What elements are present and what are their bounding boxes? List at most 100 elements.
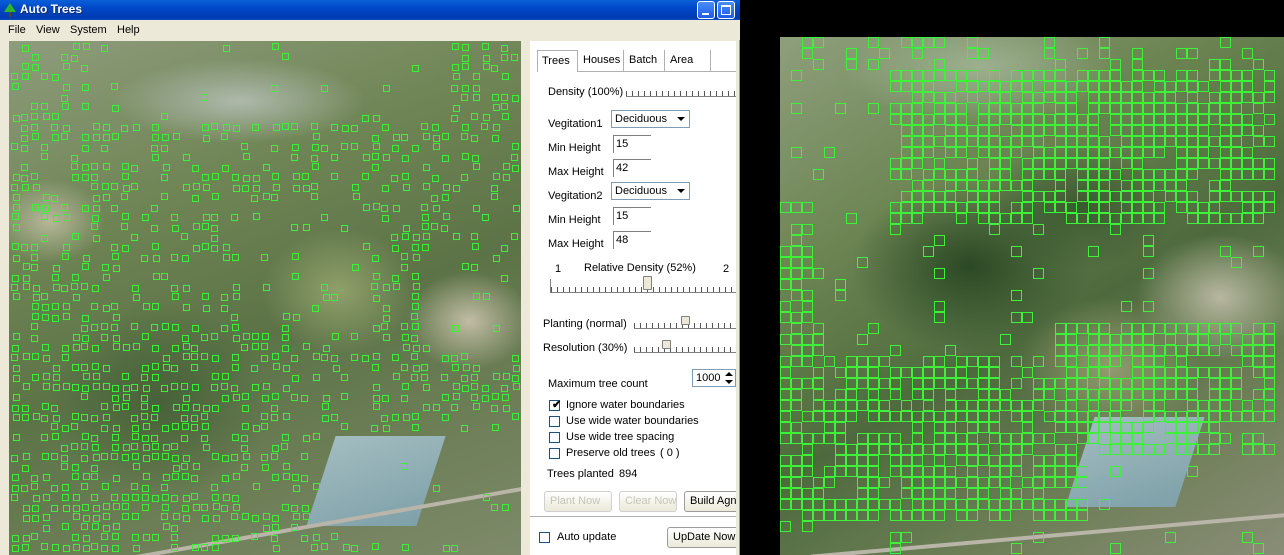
title-bar[interactable]: Auto Trees xyxy=(0,0,740,20)
tree-marker xyxy=(512,355,519,362)
map-view-grid[interactable] xyxy=(780,37,1284,555)
tree-marker xyxy=(462,124,469,131)
menu-system[interactable]: System xyxy=(70,24,107,36)
tree-grid-cell xyxy=(1209,70,1220,81)
tree-grid-cell xyxy=(989,356,1000,367)
tree-marker xyxy=(122,503,129,510)
auto-update-checkbox[interactable] xyxy=(539,532,550,543)
tree-grid-cell xyxy=(1121,422,1132,433)
menu-help[interactable]: Help xyxy=(117,24,140,36)
tree-marker xyxy=(442,194,449,201)
tree-marker xyxy=(72,473,79,480)
tree-grid-cell xyxy=(1044,114,1055,125)
tree-grid-cell xyxy=(802,488,813,499)
preserve-old-checkbox[interactable] xyxy=(549,448,560,459)
build-again-button[interactable]: Build Agn xyxy=(684,491,736,512)
tree-grid-cell xyxy=(1165,103,1176,114)
tree-marker xyxy=(183,515,190,522)
tree-marker xyxy=(483,293,490,300)
planting-thumb[interactable] xyxy=(681,316,690,325)
tree-marker xyxy=(181,383,188,390)
min-height2-field[interactable]: 15 xyxy=(613,207,651,225)
wide-spacing-checkbox[interactable] xyxy=(549,432,560,443)
tree-marker xyxy=(163,164,170,171)
relative-density-thumb[interactable] xyxy=(643,276,652,290)
tree-grid-cell xyxy=(1033,92,1044,103)
maximize-button[interactable] xyxy=(717,1,735,19)
tab-area[interactable]: Area xyxy=(666,50,711,72)
tree-marker xyxy=(51,423,58,430)
tree-grid-cell xyxy=(1231,103,1242,114)
ignore-water-checkbox[interactable]: ✔ xyxy=(549,400,561,411)
chevron-down-icon[interactable] xyxy=(674,184,688,198)
tree-marker xyxy=(93,383,100,390)
tree-marker xyxy=(471,135,478,142)
wide-water-checkbox[interactable] xyxy=(549,416,560,427)
tree-grid-cell xyxy=(967,499,978,510)
tree-grid-cell xyxy=(945,202,956,213)
tree-grid-cell xyxy=(1033,455,1044,466)
tree-marker xyxy=(273,363,280,370)
tree-grid-cell xyxy=(1044,81,1055,92)
tree-marker xyxy=(481,123,488,130)
tree-grid-cell xyxy=(868,433,879,444)
menu-file[interactable]: File xyxy=(8,24,26,36)
tree-marker xyxy=(31,323,38,330)
update-now-button[interactable]: UpDate Now xyxy=(667,527,736,548)
tree-marker xyxy=(281,443,288,450)
tree-grid-cell xyxy=(912,158,923,169)
tree-marker xyxy=(261,343,268,350)
tree-marker xyxy=(143,385,150,392)
spin-arrows[interactable] xyxy=(723,370,735,386)
vegetation2-select[interactable]: Deciduous xyxy=(611,182,690,200)
tab-trees[interactable]: Trees xyxy=(537,50,578,72)
arrow-down-icon[interactable] xyxy=(725,380,733,384)
tree-marker xyxy=(91,174,98,181)
menu-view[interactable]: View xyxy=(36,24,60,36)
planting-slider[interactable] xyxy=(634,316,736,329)
tab-houses[interactable]: Houses xyxy=(579,50,624,72)
max-height2-field[interactable]: 48 xyxy=(613,231,651,249)
tree-marker xyxy=(311,155,318,162)
tree-marker xyxy=(501,385,508,392)
max-tree-count-stepper[interactable]: 1000 xyxy=(692,369,736,387)
tree-grid-cell xyxy=(1088,202,1099,213)
plant-now-button[interactable]: Plant Now xyxy=(544,491,612,512)
density-slider[interactable] xyxy=(626,87,736,97)
tree-grid-cell xyxy=(1132,48,1143,59)
tab-batch[interactable]: Batch xyxy=(625,50,665,72)
tree-grid-cell xyxy=(1099,70,1110,81)
vegetation1-select[interactable]: Deciduous xyxy=(611,110,690,128)
resolution-slider[interactable] xyxy=(634,340,736,353)
tree-grid-cell xyxy=(1121,125,1132,136)
tree-grid-cell xyxy=(1121,345,1132,356)
tree-marker xyxy=(212,173,219,180)
tree-grid-cell xyxy=(1143,400,1154,411)
relative-density-slider[interactable] xyxy=(550,276,736,293)
tree-grid-cell xyxy=(1165,411,1176,422)
tree-grid-cell xyxy=(956,367,967,378)
arrow-up-icon[interactable] xyxy=(725,372,733,376)
tree-marker xyxy=(92,285,99,292)
tree-marker xyxy=(181,463,188,470)
tree-marker xyxy=(452,43,459,50)
tree-grid-cell xyxy=(1132,92,1143,103)
clear-now-button[interactable]: Clear Now xyxy=(619,491,677,512)
tree-grid-cell xyxy=(1220,81,1231,92)
tree-grid-cell xyxy=(780,246,791,257)
resolution-thumb[interactable] xyxy=(662,340,671,349)
tree-grid-cell xyxy=(1253,411,1264,422)
tree-marker xyxy=(53,284,60,291)
max-height1-field[interactable]: 42 xyxy=(613,159,651,177)
chevron-down-icon[interactable] xyxy=(674,112,688,126)
minimize-button[interactable] xyxy=(697,1,715,19)
tree-grid-cell xyxy=(1022,499,1033,510)
min-height1-field[interactable]: 15 xyxy=(613,135,651,153)
tree-marker xyxy=(252,343,259,350)
tree-grid-cell xyxy=(1066,92,1077,103)
tree-grid-cell xyxy=(923,114,934,125)
map-view-trees[interactable] xyxy=(9,41,521,555)
tree-grid-cell xyxy=(1187,158,1198,169)
tree-grid-cell xyxy=(802,246,813,257)
tree-marker xyxy=(103,134,110,141)
